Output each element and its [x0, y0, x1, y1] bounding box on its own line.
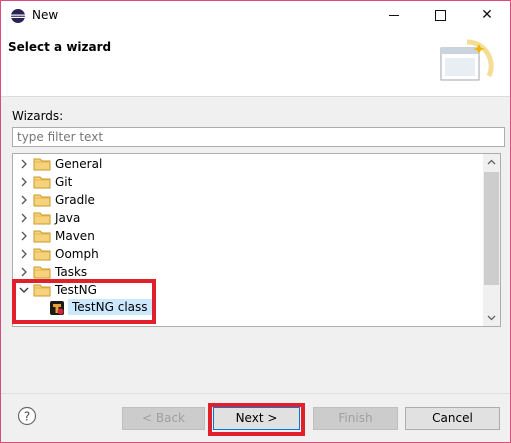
tree-item-label: General: [55, 157, 103, 171]
tree-item-label: Oomph: [55, 247, 99, 261]
tree-item-label: Tasks: [55, 265, 88, 279]
scroll-thumb[interactable]: [484, 172, 499, 285]
tree-item-java[interactable]: Java: [13, 209, 483, 227]
maximize-icon: [435, 10, 446, 21]
tree-item-label: Gradle: [55, 193, 95, 207]
title-bar: New ✕: [1, 1, 510, 30]
vertical-scrollbar[interactable]: [483, 154, 500, 326]
tree-item-git[interactable]: Git: [13, 173, 483, 191]
testng-highlight-box: [12, 279, 156, 324]
tree-item-oomph[interactable]: Oomph: [13, 245, 483, 263]
chevron-right-icon[interactable]: [18, 194, 30, 206]
tree-item-gradle[interactable]: Gradle: [13, 191, 483, 209]
cancel-button[interactable]: Cancel: [405, 407, 500, 430]
close-icon: ✕: [481, 7, 493, 23]
minimize-button[interactable]: [371, 1, 417, 30]
tree-item-general[interactable]: General: [13, 155, 483, 173]
tree-item-label: Git: [55, 175, 73, 189]
chevron-right-icon[interactable]: [18, 176, 30, 188]
folder-icon: [33, 157, 51, 171]
svg-text:?: ?: [24, 410, 30, 424]
window-title: New: [32, 8, 59, 22]
close-button[interactable]: ✕: [464, 1, 510, 30]
next-highlight-box: [208, 403, 305, 436]
scroll-up-icon[interactable]: [483, 154, 500, 171]
folder-icon: [33, 265, 51, 279]
tree-item-label: Maven: [55, 229, 95, 243]
back-button[interactable]: < Back: [122, 407, 205, 430]
folder-icon: [33, 229, 51, 243]
new-wizard-dialog: New ✕ Select a wizard Wizards: General Gi…: [0, 0, 511, 443]
finish-button[interactable]: Finish: [313, 407, 398, 430]
wizards-label: Wizards:: [12, 109, 64, 123]
chevron-right-icon[interactable]: [18, 158, 30, 170]
tree-item-label: Java: [55, 211, 81, 225]
wizard-banner-icon: [440, 39, 494, 81]
chevron-right-icon[interactable]: [18, 230, 30, 242]
wizard-banner: Select a wizard: [1, 30, 510, 97]
minimize-icon: [389, 15, 399, 16]
filter-input[interactable]: [12, 127, 505, 147]
page-title: Select a wizard: [8, 40, 112, 54]
button-bar-separator: [1, 393, 510, 394]
folder-icon: [33, 175, 51, 189]
folder-icon: [33, 211, 51, 225]
chevron-right-icon[interactable]: [18, 266, 30, 278]
chevron-right-icon[interactable]: [18, 248, 30, 260]
maximize-button[interactable]: [417, 1, 463, 30]
folder-icon: [33, 193, 51, 207]
eclipse-icon: [11, 9, 25, 23]
help-icon[interactable]: ?: [17, 406, 37, 426]
tree-item-maven[interactable]: Maven: [13, 227, 483, 245]
folder-icon: [33, 247, 51, 261]
scroll-down-icon[interactable]: [483, 309, 500, 326]
chevron-right-icon[interactable]: [18, 212, 30, 224]
